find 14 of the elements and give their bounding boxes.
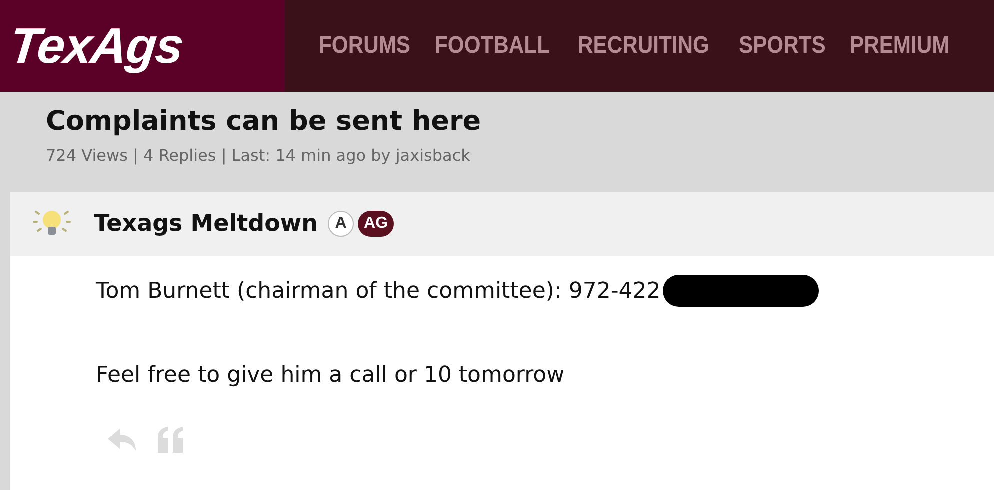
reply-icon[interactable]	[106, 427, 138, 453]
user-badge: A	[328, 211, 354, 237]
post-text: Tom Burnett (chairman of the committee): 972-422	[96, 278, 661, 304]
thread-stats: 724 Views | 4 Replies | Last: 14 min ago by jaxisback	[46, 146, 470, 165]
nav-link[interactable]: RECRUITING	[578, 32, 710, 60]
thread-title: Complaints can be sent here	[46, 105, 482, 139]
nav-link[interactable]: PREMIUM	[850, 32, 950, 60]
nav-link[interactable]: FOOTBALL	[435, 32, 550, 60]
quote-icon[interactable]	[156, 426, 186, 454]
nav-link[interactable]: SPORTS	[738, 32, 826, 60]
user-badge: AG	[358, 211, 394, 237]
post-text: Feel free to give him a call or 10 tomorrow	[96, 362, 565, 388]
author-name[interactable]: Texags Meltdown	[94, 211, 318, 237]
nav-link[interactable]: FORUMS	[319, 32, 411, 60]
